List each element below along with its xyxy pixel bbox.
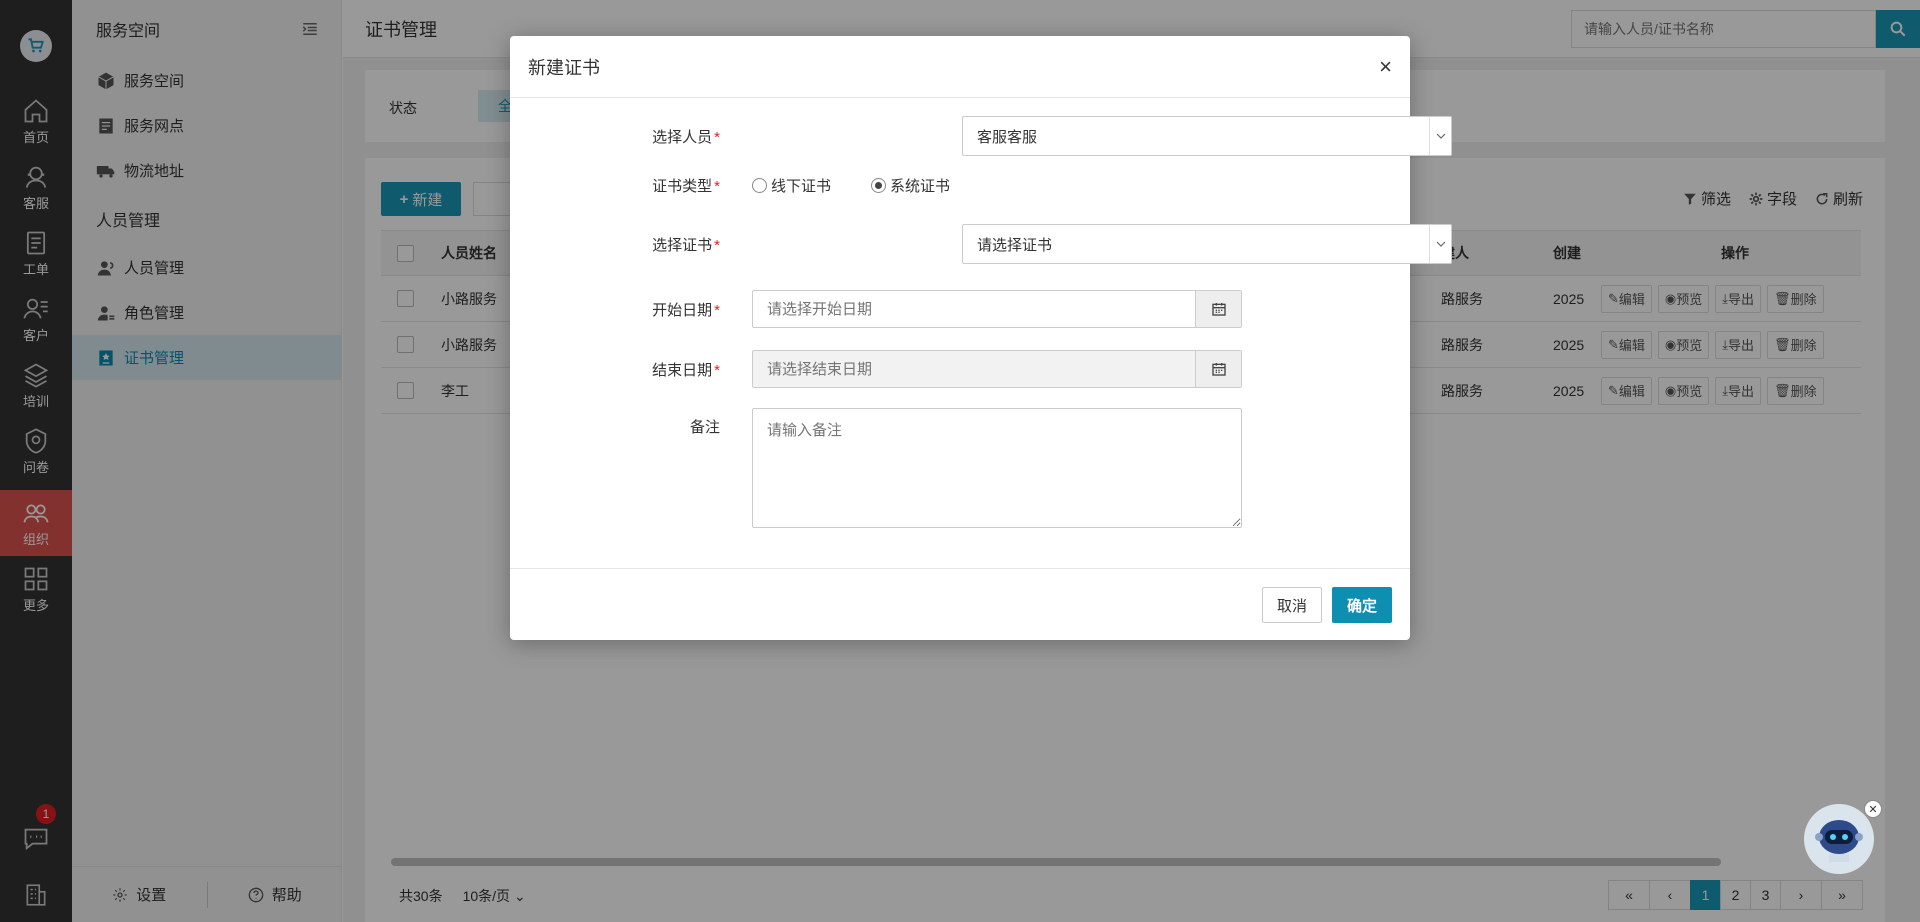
end-date-label-text: 结束日期 — [652, 361, 713, 379]
person-field-row: 选择人员 * 客服客服 — [510, 116, 1452, 156]
calendar-icon — [1211, 303, 1226, 316]
person-select-value: 客服客服 — [977, 128, 1038, 146]
required-mark: * — [714, 128, 720, 146]
start-date-label-text: 开始日期 — [652, 301, 713, 319]
radio-offline-dot[interactable] — [752, 177, 767, 193]
required-mark: * — [714, 301, 720, 319]
radio-offline-label: 线下证书 — [771, 177, 832, 195]
dialog-title: 新建证书 — [528, 57, 600, 78]
cert-field-row: 选择证书 * 请选择证书 — [510, 224, 1452, 264]
dialog-close-button[interactable]: × — [1379, 54, 1392, 80]
start-date-row: 开始日期 * — [510, 290, 1410, 328]
radio-system-dot[interactable] — [871, 177, 887, 193]
required-mark: * — [714, 177, 720, 195]
start-date-label: 开始日期 * — [510, 299, 720, 320]
chevron-down-icon — [1429, 225, 1451, 263]
cert-label-text: 选择证书 — [652, 236, 713, 254]
person-label: 选择人员 * — [510, 126, 720, 147]
assistant-close-button[interactable]: ✕ — [1864, 800, 1882, 818]
dialog-footer: 取消 确定 — [510, 568, 1410, 640]
required-mark: * — [714, 236, 720, 254]
certificate-select[interactable]: 请选择证书 — [962, 224, 1452, 264]
robot-icon — [1815, 820, 1863, 862]
person-select[interactable]: 客服客服 — [962, 116, 1452, 156]
type-label-text: 证书类型 — [652, 177, 713, 195]
end-date-input[interactable] — [753, 351, 1195, 387]
assistant-robot[interactable] — [1804, 804, 1874, 874]
start-date-input[interactable] — [753, 291, 1195, 327]
type-field-row: 证书类型 * 线下证书 系统证书 — [510, 170, 1410, 200]
cert-label: 选择证书 * — [510, 234, 720, 255]
note-label: 备注 — [689, 419, 720, 436]
calendar-button[interactable] — [1195, 351, 1241, 387]
note-textarea[interactable] — [752, 408, 1242, 528]
required-mark: * — [714, 361, 720, 379]
start-date-picker — [752, 290, 1242, 328]
type-label: 证书类型 * — [510, 175, 720, 196]
close-icon: ✕ — [1868, 803, 1878, 816]
radio-offline[interactable]: 线下证书 — [752, 175, 831, 196]
end-date-row: 结束日期 * — [510, 350, 1410, 388]
confirm-button[interactable]: 确定 — [1332, 587, 1392, 623]
person-label-text: 选择人员 — [652, 128, 713, 146]
new-certificate-dialog: 新建证书 × 选择人员 * 客服客服 证书类型 * 线下证书 系统证书 选择证书 * … — [510, 36, 1452, 640]
certificate-select-value: 请选择证书 — [977, 236, 1053, 254]
radio-system-label: 系统证书 — [890, 177, 951, 195]
calendar-icon — [1211, 363, 1226, 376]
calendar-button[interactable] — [1195, 291, 1241, 327]
radio-system[interactable]: 系统证书 — [871, 175, 950, 196]
cancel-button[interactable]: 取消 — [1262, 587, 1322, 623]
dialog-header: 新建证书 × — [510, 36, 1410, 98]
end-date-label: 结束日期 * — [510, 359, 720, 380]
note-field-row: 备注 — [510, 408, 1410, 528]
chevron-down-icon — [1429, 117, 1451, 155]
certificate-type-radio-group: 线下证书 系统证书 — [752, 175, 950, 196]
end-date-picker — [752, 350, 1242, 388]
